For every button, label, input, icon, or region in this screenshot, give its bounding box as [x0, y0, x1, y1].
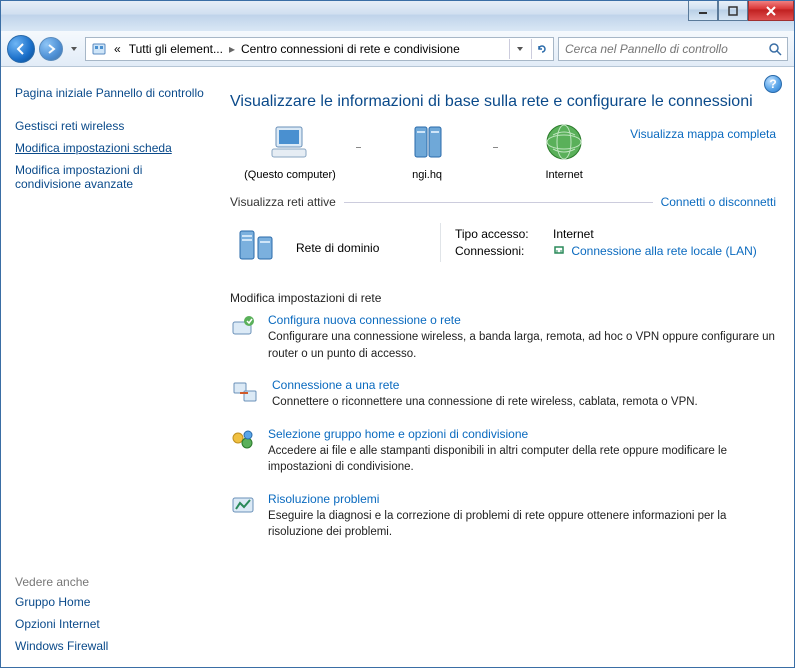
nav-history-dropdown[interactable] [67, 45, 81, 53]
task-desc: Eseguire la diagnosi e la correzione di … [268, 510, 726, 539]
breadcrumb-item-current[interactable]: Centro connessioni di rete e condivision… [237, 42, 464, 56]
breadcrumb-item[interactable]: Tutti gli element... [125, 42, 227, 56]
search-icon[interactable] [763, 38, 787, 60]
window-controls [688, 1, 794, 21]
task-troubleshoot[interactable]: Risoluzione problemi Eseguire la diagnos… [230, 492, 776, 541]
task-title[interactable]: Connessione a una rete [272, 378, 698, 392]
active-networks-header: Visualizza reti attive [230, 195, 336, 209]
refresh-button[interactable] [531, 39, 551, 59]
setup-connection-icon [230, 313, 256, 362]
connections-label: Connessioni: [455, 244, 545, 259]
minimize-button[interactable] [688, 1, 718, 21]
main-content: ? Visualizzare le informazioni di base s… [216, 67, 794, 667]
control-panel-icon [90, 40, 108, 58]
window-titlebar [1, 1, 794, 31]
computer-icon [266, 121, 314, 166]
search-input[interactable] [559, 42, 763, 56]
task-title[interactable]: Configura nuova connessione o rete [268, 313, 776, 327]
node-internet: Internet [504, 121, 624, 181]
node-label-internet: Internet [546, 169, 583, 181]
maximize-button[interactable] [718, 1, 748, 21]
ethernet-icon [553, 244, 565, 259]
divider [344, 202, 653, 203]
page-title: Visualizzare le informazioni di base sul… [230, 93, 776, 111]
task-connect-network[interactable]: Connessione a una rete Connettere o rico… [230, 378, 776, 411]
sidebar-link-advanced-sharing[interactable]: Modifica impostazioni di condivisione av… [15, 159, 206, 195]
search-box[interactable] [558, 37, 788, 61]
breadcrumb-prefix: « [110, 42, 125, 56]
node-label-gw: ngi.hq [412, 169, 442, 181]
sidebar-link-homegroup[interactable]: Gruppo Home [15, 591, 206, 613]
network-name-label: Rete di dominio [296, 241, 426, 255]
network-settings-header: Modifica impostazioni di rete [230, 291, 776, 305]
task-desc: Configurare una connessione wireless, a … [268, 331, 775, 360]
network-map: (Questo computer) ngi.hq Internet Visua [230, 121, 776, 181]
connection-line [356, 147, 361, 148]
sidebar-link-firewall[interactable]: Windows Firewall [15, 635, 206, 657]
control-panel-window: « Tutti gli element... ▸ Centro connessi… [0, 0, 795, 668]
address-dropdown-button[interactable] [509, 39, 529, 59]
view-full-map-link[interactable]: Visualizza mappa completa [630, 121, 776, 141]
nav-forward-button[interactable] [39, 37, 63, 61]
navigation-bar: « Tutti gli element... ▸ Centro connessi… [1, 31, 794, 67]
troubleshoot-icon [230, 492, 256, 541]
close-button[interactable] [748, 1, 794, 21]
task-setup-connection[interactable]: Configura nuova connessione o rete Confi… [230, 313, 776, 362]
nav-back-button[interactable] [7, 35, 35, 63]
connection-link[interactable]: Connessione alla rete locale (LAN) [553, 244, 757, 259]
homegroup-icon [230, 427, 256, 476]
sidebar-link-wireless[interactable]: Gestisci reti wireless [15, 115, 206, 137]
active-network-block: Rete di dominio Tipo accesso: Internet C… [230, 213, 776, 273]
node-gateway: ngi.hq [367, 121, 487, 181]
see-also-header: Vedere anche [15, 575, 206, 589]
access-type-value: Internet [553, 227, 594, 241]
connection-name: Connessione alla rete locale (LAN) [571, 244, 756, 258]
sidebar: Pagina iniziale Pannello di controllo Ge… [1, 67, 216, 667]
content-body: Pagina iniziale Pannello di controllo Ge… [1, 67, 794, 667]
domain-network-icon [234, 223, 282, 267]
server-icon [407, 121, 447, 166]
control-panel-home-link[interactable]: Pagina iniziale Pannello di controllo [15, 81, 206, 105]
task-desc: Connettere o riconnettere una connession… [272, 396, 698, 408]
task-homegroup-sharing[interactable]: Selezione gruppo home e opzioni di condi… [230, 427, 776, 476]
chevron-right-icon: ▸ [227, 42, 237, 56]
access-type-label: Tipo accesso: [455, 227, 545, 241]
node-this-computer: (Questo computer) [230, 121, 350, 181]
task-title[interactable]: Selezione gruppo home e opzioni di condi… [268, 427, 776, 441]
sidebar-link-adapter-settings[interactable]: Modifica impostazioni scheda [15, 137, 206, 159]
node-label-pc: (Questo computer) [244, 169, 336, 181]
task-title[interactable]: Risoluzione problemi [268, 492, 776, 506]
sidebar-link-internet-options[interactable]: Opzioni Internet [15, 613, 206, 635]
connect-network-icon [230, 378, 260, 411]
connect-disconnect-link[interactable]: Connetti o disconnetti [661, 195, 776, 209]
help-button[interactable]: ? [764, 75, 782, 93]
address-bar[interactable]: « Tutti gli element... ▸ Centro connessi… [85, 37, 554, 61]
connection-line [493, 147, 498, 148]
task-desc: Accedere ai file e alle stampanti dispon… [268, 445, 727, 474]
globe-icon [543, 121, 585, 166]
